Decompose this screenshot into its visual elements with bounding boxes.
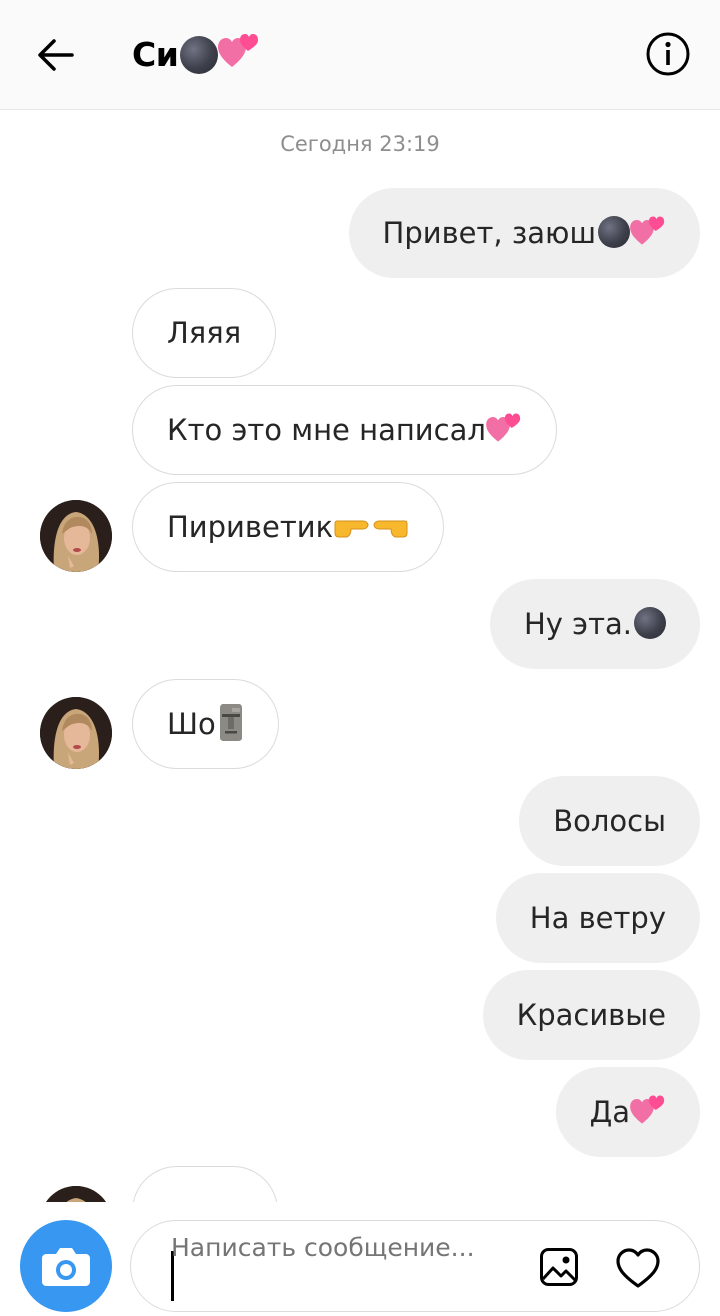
profile-photo: [40, 697, 112, 769]
chat-header: Си: [0, 0, 720, 110]
pointing-right-emoji: [334, 520, 369, 538]
message-text: Волосы: [553, 804, 666, 838]
message-thread[interactable]: Сегодня 23:19 Привет, заюш Ляяя Кто это …: [0, 110, 720, 1202]
message-input[interactable]: [171, 1233, 511, 1303]
message-bubble-outgoing[interactable]: Да: [555, 1067, 700, 1157]
message-bubble-outgoing[interactable]: На ветру: [495, 873, 700, 963]
message-bubble-incoming[interactable]: Ляяя: [132, 288, 277, 378]
message-text: Привет, заюш: [382, 216, 596, 250]
profile-photo: [40, 1186, 112, 1202]
new-moon-face-emoji: [598, 216, 630, 248]
pointing-left-emoji: [373, 520, 408, 538]
profile-photo: [40, 500, 112, 572]
message-bubble-incoming[interactable]: Шо: [132, 679, 279, 769]
contact-name-text: Си: [132, 35, 179, 74]
heart-icon: [616, 1248, 660, 1288]
message-text: Да: [589, 1095, 630, 1129]
message-bubble-outgoing[interactable]: Волосы: [519, 776, 700, 866]
moai-emoji: [219, 704, 242, 741]
back-button[interactable]: [30, 30, 84, 80]
message-composer: [0, 1202, 720, 1312]
message-text: Шо: [167, 707, 216, 741]
arrow-left-icon: [38, 39, 74, 71]
message-input-wrapper: [130, 1220, 700, 1312]
message-text: Пириветик: [167, 510, 334, 544]
message-bubble-outgoing[interactable]: Ну эта.: [490, 579, 700, 669]
message-bubble-outgoing[interactable]: Привет, заюш: [348, 188, 700, 278]
message-text: Кто это мне написал: [167, 413, 486, 447]
info-button[interactable]: [644, 30, 692, 78]
message-text: Ну эта.: [524, 607, 632, 641]
message-bubble-outgoing[interactable]: Красивые: [482, 970, 700, 1060]
gallery-button[interactable]: [539, 1247, 579, 1287]
two-hearts-emoji: [218, 33, 259, 67]
contact-name[interactable]: Си: [132, 30, 260, 80]
message-bubble-incoming[interactable]: Кто это мне написал: [132, 385, 557, 475]
message-text: На ветру: [529, 901, 666, 935]
two-hearts-emoji: [630, 216, 665, 245]
camera-icon: [42, 1248, 90, 1286]
message-bubble-incoming[interactable]: Пириветик: [132, 482, 445, 572]
two-hearts-emoji: [486, 413, 521, 442]
new-moon-face-emoji: [634, 607, 666, 639]
message-text: Ляяя: [167, 316, 242, 350]
info-circle-icon: [646, 32, 690, 76]
thread-timestamp: Сегодня 23:19: [280, 132, 440, 156]
new-moon-face-emoji: [180, 35, 219, 74]
message-text: Красивые: [516, 998, 666, 1032]
avatar[interactable]: [40, 500, 112, 572]
avatar[interactable]: [40, 697, 112, 769]
two-hearts-emoji: [630, 1095, 665, 1124]
avatar[interactable]: [40, 1186, 112, 1202]
camera-button[interactable]: [20, 1220, 112, 1312]
image-icon: [540, 1248, 578, 1286]
message-bubble-incoming-partial[interactable]: [132, 1166, 278, 1202]
like-button[interactable]: [615, 1247, 661, 1289]
